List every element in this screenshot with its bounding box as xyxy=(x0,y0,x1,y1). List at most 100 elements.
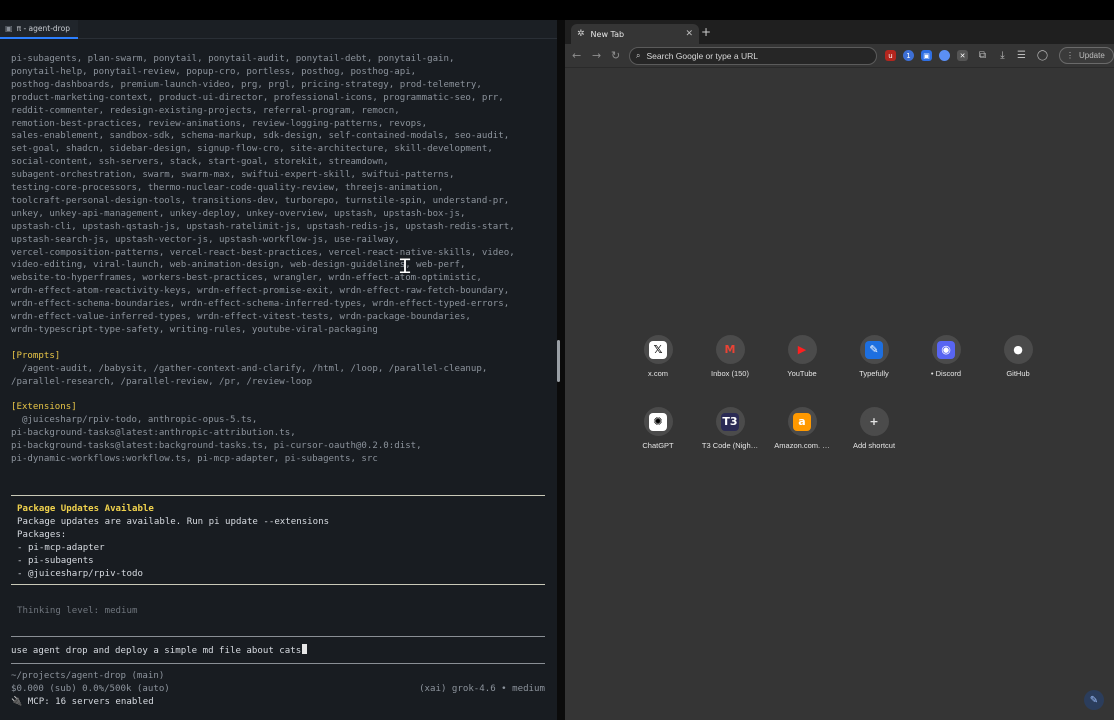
skills-list-line: pi-subagents, plan-swarm, ponytail, pony… xyxy=(11,54,455,64)
terminal-scrollbar[interactable] xyxy=(557,340,560,382)
plus-icon: + xyxy=(865,412,883,431)
updates-package-item: - pi-subagents xyxy=(17,555,94,566)
update-button-label: Update xyxy=(1079,51,1105,60)
gmail-icon: M xyxy=(721,340,739,359)
shortcut-icon-circle: T3 xyxy=(715,407,745,436)
updates-package-item: - @juicesharp/rpiv-todo xyxy=(17,568,143,579)
browser-toolbar: ← → ↻ ⌕ u 1 ▣ ✕ ⧉ ⤓ ☰ ◯ ⋮ Update xyxy=(565,44,1114,68)
shortcut-icon-circle: a xyxy=(787,407,817,436)
shortcut-tile[interactable]: a Amazon.com. … xyxy=(767,407,837,450)
tab-search-icon[interactable]: ☰ xyxy=(1016,50,1027,61)
divider-rule xyxy=(11,495,545,496)
extensions-puzzle-icon[interactable]: ⧉ xyxy=(977,50,988,61)
extensions-list-line: pi-background-tasks@latest:background-ta… xyxy=(11,441,422,451)
updates-message: Package updates are available. Run pi up… xyxy=(17,516,330,527)
discord-icon: ◉ xyxy=(937,340,955,359)
input-top-rule xyxy=(11,636,545,637)
prompts-list-line: /agent-audit, /babysit, /gather-context-… xyxy=(11,363,488,374)
new-tab-plus-icon[interactable]: + xyxy=(701,25,711,39)
t3-icon: T3 xyxy=(721,412,739,431)
skills-list-line: wrdn-effect-atom-reactivity-keys, wrdn-e… xyxy=(11,286,510,297)
skills-list-line: product-marketing-context, product-ui-di… xyxy=(11,92,504,103)
shortcut-tile[interactable]: ● GitHub xyxy=(983,335,1053,378)
shortcut-tile[interactable]: ◉ • Discord xyxy=(911,335,981,378)
shortcut-label: ChatGPT xyxy=(642,441,674,450)
prompt-input-text: use agent drop and deploy a simple md fi… xyxy=(11,646,302,656)
search-icon: ⌕ xyxy=(636,51,641,60)
shortcut-label: Amazon.com. … xyxy=(774,441,830,450)
shortcut-tile[interactable]: M Inbox (150) xyxy=(695,335,765,378)
updates-packages-label: Packages: xyxy=(17,529,67,540)
text-cursor-icon: Ｉ xyxy=(395,254,415,278)
shortcut-icon-circle: M xyxy=(715,335,745,364)
skills-list-line: remotion-best-practices, review-animatio… xyxy=(11,118,428,129)
youtube-icon: ▶ xyxy=(793,340,811,359)
reload-icon[interactable]: ↻ xyxy=(611,49,620,62)
omnibox-input[interactable] xyxy=(646,51,857,61)
extensions-list-line: pi-background-tasks@latest:anthropic-att… xyxy=(11,428,296,439)
skills-list-line: set-goal, shadcn, sidebar-design, signup… xyxy=(11,144,493,155)
status-model: (xai) grok-4.6 • medium xyxy=(419,683,545,694)
extensions-list-line: @juicesharp/rpiv-todo, anthropic-opus-5.… xyxy=(11,415,258,426)
customize-pencil-icon[interactable]: ✎ xyxy=(1084,690,1104,710)
shortcut-tile[interactable]: ✎ Typefully xyxy=(839,335,909,378)
shortcut-icon-circle: ● xyxy=(1003,335,1033,364)
terminal-tab-bar: ▣ π - agent-drop xyxy=(0,20,557,39)
skills-list-line: wrdn-effect-schema-boundaries, wrdn-effe… xyxy=(11,299,510,310)
extensions-list-line: pi-dynamic-workflows:workflow.ts, pi-mcp… xyxy=(11,453,378,464)
skills-list-line: subagent-orchestration, swarm, swarm-max… xyxy=(11,170,455,181)
shortcut-label: Typefully xyxy=(859,369,889,378)
status-usage: $0.000 (sub) 0.0%/500k (auto) xyxy=(11,683,170,694)
shortcut-label: YouTube xyxy=(787,369,817,378)
x-logo-icon: 𝕏 xyxy=(649,340,667,359)
update-button[interactable]: ⋮ Update xyxy=(1059,47,1114,64)
back-arrow-icon[interactable]: ← xyxy=(572,49,581,62)
updates-package-item: - pi-mcp-adapter xyxy=(17,542,105,553)
shortcut-tile[interactable]: + Add shortcut xyxy=(839,407,909,450)
skills-list-line: unkey, unkey-api-management, unkey-deplo… xyxy=(11,208,466,219)
extensions-section-header: [Extensions] xyxy=(11,402,77,413)
shortcut-label: • Discord xyxy=(930,369,962,378)
shortcut-tile[interactable]: ▶ YouTube xyxy=(767,335,837,378)
shortcut-label: x.com xyxy=(647,369,668,378)
shortcut-icon-circle: 𝕏 xyxy=(643,335,673,364)
prompt-input[interactable]: use agent drop and deploy a simple md fi… xyxy=(11,644,308,658)
shortcut-tile[interactable]: T3 T3 Code (Nigh… xyxy=(695,407,765,450)
shortcut-icon-circle: ▶ xyxy=(787,335,817,364)
browser-window: ✲ New Tab ✕ + ← → ↻ ⌕ u 1 ▣ ✕ ⧉ ⤓ ☰ ◯ ⋮ … xyxy=(565,20,1114,720)
skills-list-line: vercel-composition-patterns, vercel-reac… xyxy=(11,247,515,258)
skills-list-line: upstash-search-js, upstash-vector-js, up… xyxy=(11,234,400,245)
terminal-tab-title: π - agent-drop xyxy=(16,24,70,33)
terminal-tab[interactable]: ▣ π - agent-drop xyxy=(0,20,78,39)
shortcut-label: T3 Code (Nigh… xyxy=(701,441,759,450)
skills-list-line: sales-enablement, sandbox-sdk, schema-ma… xyxy=(11,131,510,142)
typefully-icon: ✎ xyxy=(865,340,883,359)
shortcut-label: Inbox (150) xyxy=(711,369,749,378)
shortcut-tile[interactable]: 𝕏x.com xyxy=(623,335,693,378)
skills-list-line: upstash-cli, upstash-qstash-js, upstash-… xyxy=(11,221,515,232)
thinking-level: Thinking level: medium xyxy=(17,606,138,616)
skills-list-line: wrdn-typescript-type-safety, writing-rul… xyxy=(11,324,378,335)
shortcut-label: GitHub xyxy=(1006,369,1030,378)
browser-tab-title: New Tab xyxy=(590,29,625,39)
screen-extension-icon[interactable]: ▣ xyxy=(921,50,932,61)
skills-list-line: posthog-dashboards, premium-launch-video… xyxy=(11,79,482,90)
skills-list-line: reddit-commenter, redesign-existing-proj… xyxy=(11,105,400,116)
shortcut-tile[interactable]: ✺ ChatGPT xyxy=(623,407,693,450)
new-tab-favicon-icon: ✲ xyxy=(577,29,585,39)
password-extension-icon[interactable]: 1 xyxy=(903,50,914,61)
terminal-window[interactable]: ▣ π - agent-drop pi-subagents, plan-swar… xyxy=(0,20,557,720)
ublock-extension-icon[interactable]: u xyxy=(885,50,896,61)
omnibox[interactable]: ⌕ xyxy=(629,47,877,65)
blue-circle-extension-icon[interactable] xyxy=(939,50,950,61)
forward-arrow-icon[interactable]: → xyxy=(592,49,601,62)
browser-tab-new-tab[interactable]: ✲ New Tab ✕ xyxy=(571,24,699,44)
skills-list-line: social-content, ssh-servers, stack, star… xyxy=(11,157,389,168)
x-extension-icon[interactable]: ✕ xyxy=(957,50,968,61)
close-tab-icon[interactable]: ✕ xyxy=(685,29,693,39)
skills-list-line: wrdn-effect-value-inferred-types, wrdn-e… xyxy=(11,312,471,322)
browser-tab-strip: ✲ New Tab ✕ + xyxy=(565,20,1114,44)
status-mcp: 🔌 MCP: 16 servers enabled xyxy=(11,696,154,707)
profile-icon[interactable]: ◯ xyxy=(1037,50,1048,61)
download-icon[interactable]: ⤓ xyxy=(997,50,1008,61)
